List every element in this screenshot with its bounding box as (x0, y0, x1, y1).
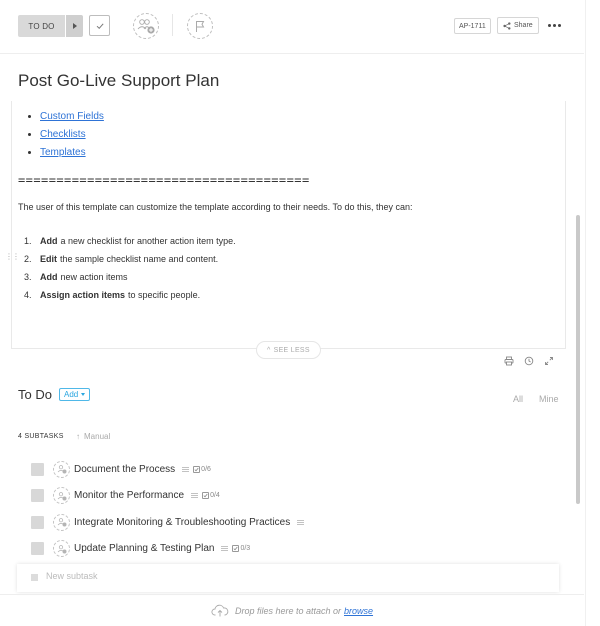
checklist-icon (202, 492, 210, 500)
expand-icon[interactable] (544, 356, 554, 366)
subtask-status-checkbox[interactable] (31, 489, 44, 503)
table-row[interactable]: Integrate Monitoring & Troubleshooting P… (30, 509, 570, 536)
share-icon (503, 21, 511, 30)
user-icon (57, 518, 66, 527)
history-icon[interactable] (524, 356, 534, 366)
table-row[interactable]: Document the Process 0/6 (30, 456, 570, 483)
checklist-icon (193, 465, 201, 473)
file-drop-zone[interactable]: Drop files here to attach or browse (0, 594, 584, 626)
caret-down-icon (81, 393, 86, 396)
user-icon (57, 491, 66, 501)
status-next-button[interactable] (66, 15, 83, 37)
drag-handle-icon[interactable]: ⋮⋮ (5, 252, 20, 261)
list-item: Custom Fields (28, 107, 104, 125)
status-button[interactable]: TO DO (18, 15, 65, 37)
see-less-label: SEE LESS (273, 346, 310, 354)
subtask-status-checkbox[interactable] (31, 515, 44, 529)
subtask-name[interactable]: Document the Process (74, 464, 175, 475)
checklist-icon (232, 545, 240, 553)
task-toolbar: TO DO AP-1711 Share (0, 0, 584, 54)
list-item: 4. Assign action items to specific people. (24, 290, 201, 300)
add-subtask-dropdown[interactable]: Add (59, 388, 91, 401)
list-item: 3. Add new action items (24, 272, 128, 282)
flag-icon (196, 20, 205, 32)
add-assignee-button[interactable] (133, 13, 159, 39)
assignee-avatar[interactable] (53, 540, 70, 558)
description-lines-icon (221, 546, 229, 552)
checklist-count: 0/3 (240, 545, 251, 553)
user-icon (57, 544, 66, 554)
list-item: Templates (28, 143, 104, 161)
new-subtask-input[interactable] (46, 571, 346, 581)
description-intro: The user of this template can customize … (18, 202, 413, 212)
chevron-up-icon: ^ (267, 346, 271, 354)
new-subtask-status-icon (31, 574, 38, 581)
scrollbar-thumb[interactable] (576, 215, 580, 504)
print-icon[interactable] (504, 356, 514, 366)
description-lines-icon (182, 466, 190, 472)
drop-files-text: Drop files here to attach or (234, 605, 342, 616)
filter-mine-button[interactable]: Mine (539, 394, 559, 404)
checkmark-icon (96, 22, 104, 29)
checklists-link[interactable]: Checklists (40, 129, 86, 140)
table-row[interactable]: Monitor the Performance 0/4 (30, 483, 570, 510)
checklist-count: 0/4 (210, 492, 220, 500)
description-lines-icon (191, 493, 199, 499)
table-row[interactable]: Update Planning & Testing Plan 0/3 (30, 536, 570, 563)
toolbar-divider (172, 14, 173, 36)
checklist-count: 0/6 (201, 465, 211, 473)
status-section-title: To Do (18, 387, 52, 402)
priority-button[interactable] (187, 13, 213, 39)
user-icon (57, 465, 66, 474)
description-lines-icon (297, 519, 305, 525)
custom-fields-link[interactable]: Custom Fields (40, 111, 104, 122)
text-divider: ====================================== (18, 173, 310, 187)
more-options-icon[interactable] (548, 24, 561, 27)
page-title[interactable]: Post Go-Live Support Plan (18, 71, 219, 91)
assignee-avatar[interactable] (53, 487, 70, 505)
description-steps: 1. Add a new checklist for another action … (24, 232, 236, 304)
filter-all-button[interactable]: All (513, 394, 523, 404)
caret-right-icon (72, 23, 77, 29)
sort-manual-button[interactable]: ↑ Manual (76, 432, 110, 441)
see-less-button[interactable]: ^ SEE LESS (256, 341, 321, 359)
status-control: TO DO (18, 15, 83, 37)
sort-label: Manual (84, 432, 111, 441)
description-tools (504, 356, 554, 366)
list-item: 1. Add a new checklist for another action … (24, 236, 236, 246)
task-id-badge[interactable]: AP-1711 (454, 18, 491, 34)
subtask-name[interactable]: Integrate Monitoring & Troubleshooting P… (74, 517, 290, 528)
assignee-avatar[interactable] (53, 460, 70, 478)
subtask-name[interactable]: Update Planning & Testing Plan (74, 543, 214, 554)
complete-task-button[interactable] (89, 15, 110, 36)
templates-link[interactable]: Templates (40, 147, 86, 158)
cloud-upload-icon (211, 604, 229, 617)
subtask-count: 4 SUBTASKS (18, 433, 64, 440)
share-button[interactable]: Share (497, 17, 539, 34)
subtask-list: Document the Process 0/6 Monitor the Per… (30, 456, 570, 562)
list-item: 2. Edit the sample checklist name and cont… (24, 254, 219, 264)
add-user-icon (137, 19, 155, 34)
browse-link[interactable]: browse (344, 606, 373, 616)
share-label: Share (514, 22, 533, 29)
description-link-list: Custom Fields Checklists Templates (28, 107, 104, 161)
subtask-status-checkbox[interactable] (31, 542, 44, 556)
assignee-avatar[interactable] (53, 513, 70, 531)
new-subtask-row (17, 564, 559, 592)
subtask-name[interactable]: Monitor the Performance (74, 490, 184, 501)
sort-arrow-icon: ↑ (76, 432, 80, 441)
panel-border (585, 0, 586, 626)
add-label: Add (64, 390, 79, 399)
subtask-status-checkbox[interactable] (31, 462, 44, 476)
list-item: Checklists (28, 125, 104, 143)
